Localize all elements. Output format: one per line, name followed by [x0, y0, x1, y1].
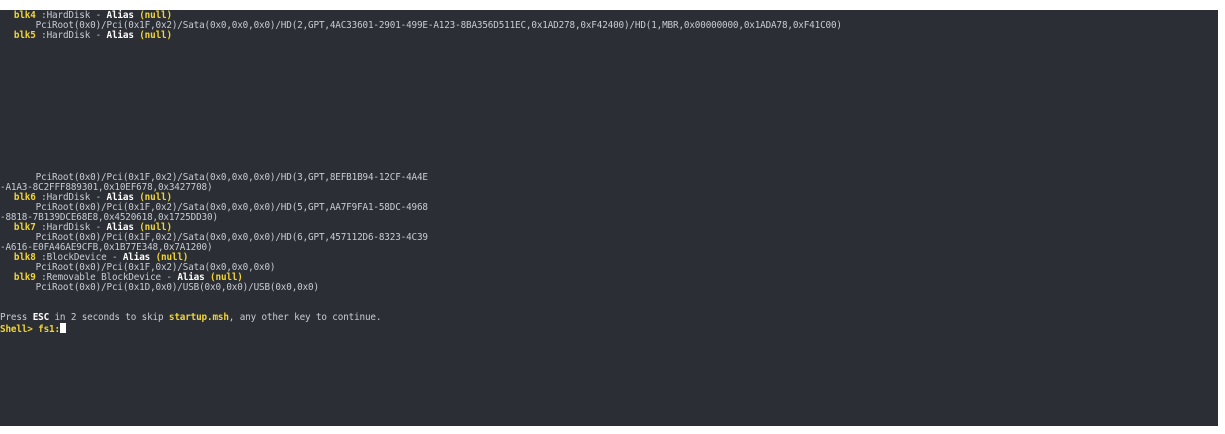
uefi-shell-terminal[interactable]: blk4 :HardDisk - Alias (null) PciRoot(0x… [0, 10, 1218, 426]
device-type: :HardDisk - [35, 30, 107, 41]
device-name: blk5 [13, 30, 36, 41]
escape-key-label: ESC [32, 312, 50, 323]
device-path-blk9: PciRoot(0x0)/Pci(0x1D,0x0)/USB(0x0,0x0)/… [3, 282, 319, 293]
startup-post: , any other key to continue. [228, 312, 382, 323]
shell-prompt: Shell> [0, 324, 39, 335]
startup-message: Press ESC in 2 seconds to skip startup.m… [0, 312, 382, 323]
startup-script-name: startup.msh [168, 312, 229, 323]
device-row-blk5: blk5 :HardDisk - Alias (null) [3, 30, 172, 41]
alias-label: Alias [106, 30, 134, 41]
text-cursor [59, 323, 66, 333]
startup-mid: in 2 seconds to skip [49, 312, 169, 323]
shell-prompt-line[interactable]: Shell> fs1: [0, 323, 66, 335]
startup-pre: Press [0, 312, 33, 323]
alias-value: (null) [139, 30, 172, 41]
shell-command-input[interactable]: fs1: [38, 324, 60, 335]
